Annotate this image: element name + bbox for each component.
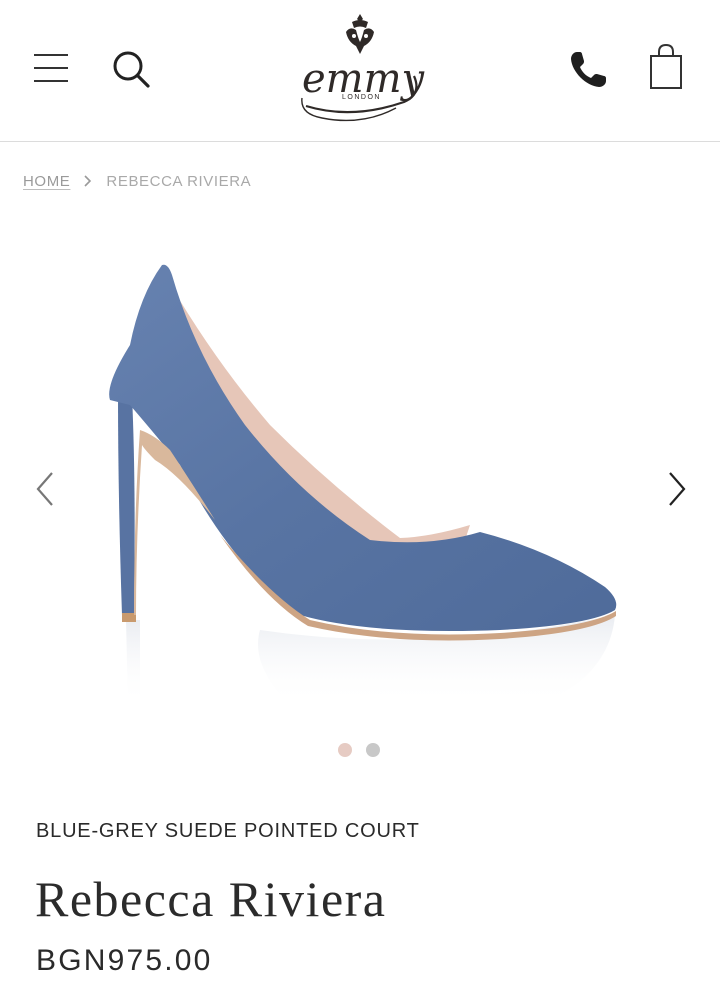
site-header: emmy LONDON (0, 0, 720, 142)
pagination-dot-1[interactable] (338, 743, 352, 757)
search-icon[interactable] (110, 48, 154, 92)
hamburger-menu-icon[interactable] (34, 52, 70, 86)
emmy-london-logo[interactable]: emmy LONDON (292, 10, 428, 128)
product-title: Rebecca Riviera (35, 871, 387, 927)
breadcrumb-home-link[interactable]: HOME (23, 173, 70, 190)
product-price: BGN975.00 (36, 944, 213, 977)
chevron-right-icon (70, 170, 106, 192)
phone-icon[interactable] (568, 48, 610, 90)
breadcrumb: HOME REBECCA RIVIERA (23, 170, 251, 192)
breadcrumb-current: REBECCA RIVIERA (106, 172, 252, 190)
gallery-pagination (338, 743, 380, 757)
product-gallery (0, 215, 720, 735)
chevron-left-icon[interactable] (30, 467, 60, 511)
shopping-bag-icon[interactable] (646, 42, 686, 92)
product-subtitle: BLUE-GREY SUEDE POINTED COURT (36, 820, 420, 842)
chevron-right-icon[interactable] (662, 467, 692, 511)
product-image[interactable] (70, 235, 650, 715)
logo-subtext: LONDON (342, 94, 381, 101)
pagination-dot-2[interactable] (366, 743, 380, 757)
